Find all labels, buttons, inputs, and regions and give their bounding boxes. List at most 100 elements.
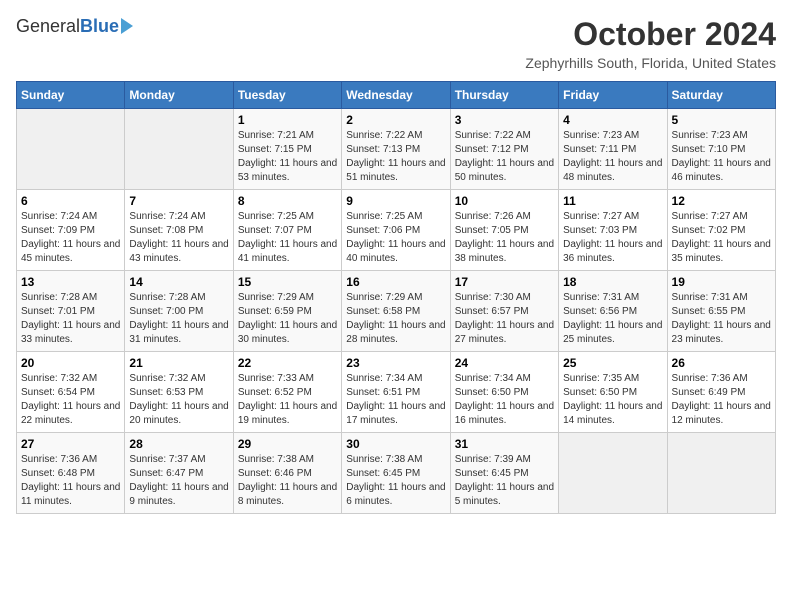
- column-header-sunday: Sunday: [17, 82, 125, 109]
- calendar-cell: 21Sunrise: 7:32 AMSunset: 6:53 PMDayligh…: [125, 352, 233, 433]
- day-number: 4: [563, 113, 662, 127]
- day-info: Sunrise: 7:37 AMSunset: 6:47 PMDaylight:…: [129, 453, 228, 509]
- day-info: Sunrise: 7:36 AMSunset: 6:48 PMDaylight:…: [21, 453, 120, 509]
- day-number: 9: [346, 194, 445, 208]
- day-number: 28: [129, 437, 228, 451]
- week-row-2: 6 Sunrise: 7:24 AMSunset: 7:09 PMDaylight…: [17, 190, 776, 271]
- day-info: Sunrise: 7:27 AMSunset: 7:02 PMDaylight:…: [672, 210, 771, 266]
- day-info: Sunrise: 7:34 AMSunset: 6:50 PMDaylight:…: [455, 372, 554, 428]
- calendar-cell: 30 Sunrise: 7:38 AMSunset: 6:45 PMDayligh…: [342, 433, 450, 514]
- calendar-cell: 19Sunrise: 7:31 AMSunset: 6:55 PMDayligh…: [667, 271, 775, 352]
- page-header: General Blue October 2024 Zephyrhills So…: [16, 16, 776, 71]
- day-info: Sunrise: 7:32 AMSunset: 6:54 PMDaylight:…: [21, 372, 120, 428]
- calendar-cell: 8 Sunrise: 7:25 AMSunset: 7:07 PMDaylight…: [233, 190, 341, 271]
- column-header-saturday: Saturday: [667, 82, 775, 109]
- calendar-cell: 10Sunrise: 7:26 AMSunset: 7:05 PMDayligh…: [450, 190, 558, 271]
- day-number: 2: [346, 113, 445, 127]
- calendar-cell: [667, 433, 775, 514]
- day-info: Sunrise: 7:29 AMSunset: 6:58 PMDaylight:…: [346, 291, 445, 347]
- day-info: Sunrise: 7:35 AMSunset: 6:50 PMDaylight:…: [563, 372, 662, 428]
- week-row-4: 20 Sunrise: 7:32 AMSunset: 6:54 PMDayligh…: [17, 352, 776, 433]
- day-number: 3: [455, 113, 554, 127]
- logo-general-text: General: [16, 16, 80, 37]
- day-info: Sunrise: 7:24 AMSunset: 7:08 PMDaylight:…: [129, 210, 228, 266]
- day-info: Sunrise: 7:34 AMSunset: 6:51 PMDaylight:…: [346, 372, 445, 428]
- month-title: October 2024: [525, 16, 776, 53]
- calendar-cell: 27 Sunrise: 7:36 AMSunset: 6:48 PMDayligh…: [17, 433, 125, 514]
- day-info: Sunrise: 7:29 AMSunset: 6:59 PMDaylight:…: [238, 291, 337, 347]
- day-number: 13: [21, 275, 120, 289]
- day-info: Sunrise: 7:23 AMSunset: 7:11 PMDaylight:…: [563, 129, 662, 185]
- calendar-cell: 15 Sunrise: 7:29 AMSunset: 6:59 PMDayligh…: [233, 271, 341, 352]
- day-number: 23: [346, 356, 445, 370]
- week-row-5: 27 Sunrise: 7:36 AMSunset: 6:48 PMDayligh…: [17, 433, 776, 514]
- day-number: 19: [672, 275, 771, 289]
- column-header-tuesday: Tuesday: [233, 82, 341, 109]
- day-number: 1: [238, 113, 337, 127]
- calendar-cell: 14Sunrise: 7:28 AMSunset: 7:00 PMDayligh…: [125, 271, 233, 352]
- day-info: Sunrise: 7:24 AMSunset: 7:09 PMDaylight:…: [21, 210, 120, 266]
- day-number: 17: [455, 275, 554, 289]
- day-number: 7: [129, 194, 228, 208]
- day-number: 16: [346, 275, 445, 289]
- day-number: 26: [672, 356, 771, 370]
- day-info: Sunrise: 7:39 AMSunset: 6:45 PMDaylight:…: [455, 453, 554, 509]
- title-block: October 2024 Zephyrhills South, Florida,…: [525, 16, 776, 71]
- day-number: 8: [238, 194, 337, 208]
- day-number: 31: [455, 437, 554, 451]
- calendar-cell: 23 Sunrise: 7:34 AMSunset: 6:51 PMDayligh…: [342, 352, 450, 433]
- day-number: 6: [21, 194, 120, 208]
- calendar-cell: 9 Sunrise: 7:25 AMSunset: 7:06 PMDaylight…: [342, 190, 450, 271]
- day-info: Sunrise: 7:36 AMSunset: 6:49 PMDaylight:…: [672, 372, 771, 428]
- day-number: 11: [563, 194, 662, 208]
- logo-blue-text: Blue: [80, 16, 119, 37]
- calendar-cell: 11 Sunrise: 7:27 AMSunset: 7:03 PMDayligh…: [559, 190, 667, 271]
- day-info: Sunrise: 7:25 AMSunset: 7:07 PMDaylight:…: [238, 210, 337, 266]
- day-info: Sunrise: 7:26 AMSunset: 7:05 PMDaylight:…: [455, 210, 554, 266]
- day-info: Sunrise: 7:38 AMSunset: 6:46 PMDaylight:…: [238, 453, 337, 509]
- calendar-cell: 13 Sunrise: 7:28 AMSunset: 7:01 PMDayligh…: [17, 271, 125, 352]
- calendar-cell: 16 Sunrise: 7:29 AMSunset: 6:58 PMDayligh…: [342, 271, 450, 352]
- day-number: 27: [21, 437, 120, 451]
- day-number: 5: [672, 113, 771, 127]
- day-number: 25: [563, 356, 662, 370]
- calendar-cell: 20 Sunrise: 7:32 AMSunset: 6:54 PMDayligh…: [17, 352, 125, 433]
- calendar-cell: 17 Sunrise: 7:30 AMSunset: 6:57 PMDayligh…: [450, 271, 558, 352]
- calendar-cell: [559, 433, 667, 514]
- calendar-cell: 6 Sunrise: 7:24 AMSunset: 7:09 PMDaylight…: [17, 190, 125, 271]
- day-info: Sunrise: 7:30 AMSunset: 6:57 PMDaylight:…: [455, 291, 554, 347]
- calendar-cell: 12Sunrise: 7:27 AMSunset: 7:02 PMDayligh…: [667, 190, 775, 271]
- calendar-cell: 18Sunrise: 7:31 AMSunset: 6:56 PMDayligh…: [559, 271, 667, 352]
- day-info: Sunrise: 7:27 AMSunset: 7:03 PMDaylight:…: [563, 210, 662, 266]
- calendar-cell: 4 Sunrise: 7:23 AMSunset: 7:11 PMDaylight…: [559, 109, 667, 190]
- day-info: Sunrise: 7:32 AMSunset: 6:53 PMDaylight:…: [129, 372, 228, 428]
- day-number: 20: [21, 356, 120, 370]
- week-row-1: 1Sunrise: 7:21 AMSunset: 7:15 PMDaylight…: [17, 109, 776, 190]
- day-info: Sunrise: 7:38 AMSunset: 6:45 PMDaylight:…: [346, 453, 445, 509]
- calendar-cell: 28 Sunrise: 7:37 AMSunset: 6:47 PMDayligh…: [125, 433, 233, 514]
- calendar-cell: 25 Sunrise: 7:35 AMSunset: 6:50 PMDayligh…: [559, 352, 667, 433]
- day-info: Sunrise: 7:22 AMSunset: 7:12 PMDaylight:…: [455, 129, 554, 185]
- calendar-body: 1Sunrise: 7:21 AMSunset: 7:15 PMDaylight…: [17, 109, 776, 514]
- logo-arrow-icon: [121, 18, 133, 34]
- day-number: 15: [238, 275, 337, 289]
- calendar-cell: [125, 109, 233, 190]
- calendar-table: SundayMondayTuesdayWednesdayThursdayFrid…: [16, 81, 776, 514]
- calendar-cell: 22Sunrise: 7:33 AMSunset: 6:52 PMDayligh…: [233, 352, 341, 433]
- day-number: 30: [346, 437, 445, 451]
- calendar-cell: 5 Sunrise: 7:23 AMSunset: 7:10 PMDaylight…: [667, 109, 775, 190]
- calendar-cell: 1Sunrise: 7:21 AMSunset: 7:15 PMDaylight…: [233, 109, 341, 190]
- calendar-cell: 31 Sunrise: 7:39 AMSunset: 6:45 PMDayligh…: [450, 433, 558, 514]
- calendar-cell: 29Sunrise: 7:38 AMSunset: 6:46 PMDayligh…: [233, 433, 341, 514]
- calendar-cell: [17, 109, 125, 190]
- column-header-wednesday: Wednesday: [342, 82, 450, 109]
- day-info: Sunrise: 7:25 AMSunset: 7:06 PMDaylight:…: [346, 210, 445, 266]
- day-info: Sunrise: 7:28 AMSunset: 7:01 PMDaylight:…: [21, 291, 120, 347]
- calendar-header: SundayMondayTuesdayWednesdayThursdayFrid…: [17, 82, 776, 109]
- logo: General Blue: [16, 16, 133, 37]
- calendar-cell: 3 Sunrise: 7:22 AMSunset: 7:12 PMDaylight…: [450, 109, 558, 190]
- day-number: 18: [563, 275, 662, 289]
- day-info: Sunrise: 7:23 AMSunset: 7:10 PMDaylight:…: [672, 129, 771, 185]
- location-text: Zephyrhills South, Florida, United State…: [525, 55, 776, 71]
- calendar-cell: 26 Sunrise: 7:36 AMSunset: 6:49 PMDayligh…: [667, 352, 775, 433]
